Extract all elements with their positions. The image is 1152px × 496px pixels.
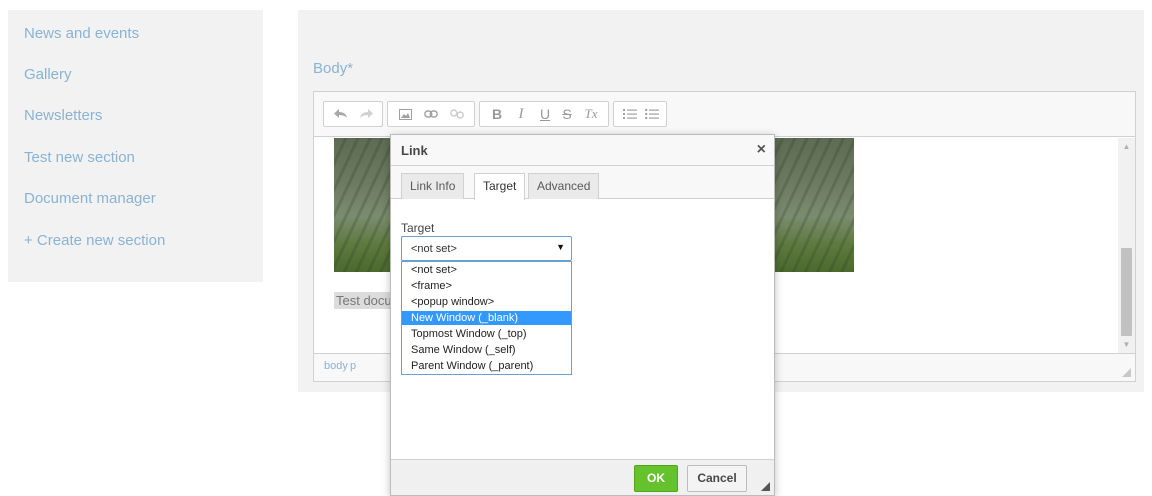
content-text[interactable]: Test docu [334, 292, 394, 309]
scroll-thumb[interactable] [1121, 248, 1132, 336]
target-option-same-window[interactable]: Same Window (_self) [402, 343, 571, 357]
scroll-down-arrow-icon[interactable]: ▼ [1118, 336, 1135, 353]
dialog-footer: OK Cancel [391, 459, 774, 495]
target-option-parent-window[interactable]: Parent Window (_parent) [402, 359, 571, 373]
strikethrough-icon[interactable]: S [558, 105, 576, 123]
sidebar-item-gallery[interactable]: Gallery [24, 66, 72, 83]
ok-button[interactable]: OK [634, 465, 678, 492]
target-label: Target [401, 221, 435, 235]
link-icon[interactable] [422, 105, 440, 123]
toolbar-group-insert [387, 101, 475, 127]
undo-icon[interactable] [332, 105, 350, 123]
target-option-popup-window[interactable]: <popup window> [402, 295, 571, 309]
sidebar-item-news-and-events[interactable]: News and events [24, 25, 139, 42]
tab-link-info[interactable]: Link Info [401, 173, 465, 199]
redo-icon[interactable] [357, 105, 375, 123]
chevron-down-icon: ▼ [556, 242, 565, 252]
cancel-button[interactable]: Cancel [687, 465, 747, 492]
underline-icon[interactable]: U [536, 105, 554, 123]
body-field-label: Body* [313, 60, 354, 77]
path-item-body[interactable]: body [324, 360, 348, 372]
sidebar-item-newsletters[interactable]: Newsletters [24, 107, 102, 124]
dialog-tabs: Link Info Target Advanced [391, 166, 774, 200]
bulleted-list-icon[interactable] [643, 105, 661, 123]
remove-format-icon[interactable]: Tx [582, 105, 600, 123]
editor-toolbar: B I U S Tx [314, 92, 1135, 137]
sidebar: News and events Gallery Newsletters Test… [8, 10, 263, 282]
tab-advanced[interactable]: Advanced [528, 173, 600, 199]
numbered-list-icon[interactable] [621, 105, 639, 123]
sidebar-item-test-new-section[interactable]: Test new section [24, 149, 135, 166]
bold-icon[interactable]: B [488, 105, 506, 123]
target-select-value: <not set> [411, 243, 457, 255]
editor-resize-grip-icon[interactable] [1122, 368, 1131, 377]
unlink-icon[interactable] [448, 105, 466, 123]
tab-target[interactable]: Target [474, 173, 526, 200]
dialog-titlebar[interactable]: Link × [391, 135, 774, 166]
scroll-up-arrow-icon[interactable]: ▲ [1118, 138, 1135, 155]
toolbar-group-lists [613, 101, 667, 127]
close-icon[interactable]: × [757, 141, 766, 159]
link-dialog: Link × Link Info Target Advanced Target … [390, 134, 775, 496]
sidebar-item-document-manager[interactable]: Document manager [24, 190, 156, 207]
path-item-p[interactable]: p [350, 360, 356, 372]
target-select[interactable]: <not set> ▼ [401, 236, 572, 261]
target-option-new-window[interactable]: New Window (_blank) [402, 311, 571, 325]
target-option-topmost-window[interactable]: Topmost Window (_top) [402, 327, 571, 341]
editor-scrollbar[interactable]: ▲ ▼ [1118, 138, 1135, 353]
dialog-resize-grip-icon[interactable] [761, 482, 770, 491]
page: News and events Gallery Newsletters Test… [0, 0, 1152, 496]
target-option-frame[interactable]: <frame> [402, 279, 571, 293]
dialog-title: Link [401, 143, 428, 158]
image-icon[interactable] [396, 105, 414, 123]
create-new-section-link[interactable]: + Create new section [24, 232, 165, 249]
toolbar-group-format: B I U S Tx [479, 101, 609, 127]
italic-icon[interactable]: I [512, 105, 530, 123]
target-option-not-set[interactable]: <not set> [402, 263, 571, 277]
toolbar-group-history [323, 101, 383, 127]
target-dropdown-list: <not set> <frame> <popup window> New Win… [401, 261, 572, 375]
